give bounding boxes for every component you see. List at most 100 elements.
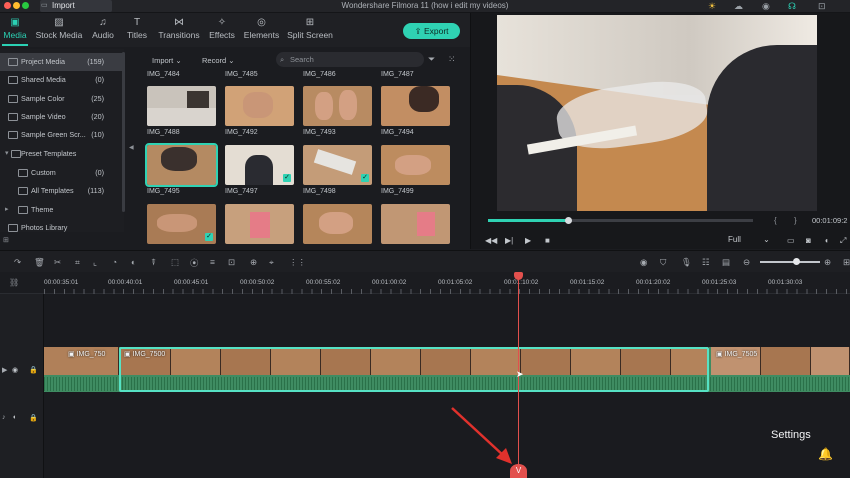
ruler-label: 00:00:45:01	[174, 279, 209, 286]
sidebar-item-theme[interactable]: ▸ Theme	[0, 201, 124, 219]
sidebar-item-sample-video[interactable]: Sample Video (20)	[0, 108, 124, 126]
layout-icon[interactable]: ⊞	[843, 257, 850, 268]
zoom-window-button[interactable]	[22, 2, 29, 9]
media-thumbnail[interactable]	[303, 86, 372, 126]
speaker-icon[interactable]: ◖	[12, 414, 16, 421]
video-track-icon: ▶	[2, 367, 8, 374]
tab-split-screen[interactable]: ⊞ Split Screen	[287, 17, 333, 41]
zoom-in-icon[interactable]: ⊕	[824, 257, 831, 268]
titles-icon: T	[133, 17, 141, 28]
snapshot-icon[interactable]: ▤	[722, 257, 730, 268]
media-thumbnail[interactable]	[225, 204, 294, 244]
ai-portrait-icon[interactable]: ⦿	[190, 257, 199, 269]
media-thumbnail[interactable]	[381, 145, 450, 185]
media-thumbnail[interactable]: ✓	[225, 145, 294, 185]
tab-stock-media[interactable]: ▨ Stock Media	[34, 17, 84, 41]
download-icon[interactable]: ⊡	[818, 1, 826, 12]
mark-in-icon[interactable]: {	[774, 216, 777, 225]
zoom-out-icon[interactable]: ⊖	[743, 257, 750, 268]
motion-tracking-icon[interactable]: ⊕	[250, 257, 257, 268]
link-icon[interactable]: ⛓	[9, 278, 19, 287]
record-dropdown[interactable]: Record ⌄	[193, 54, 235, 68]
support-icon[interactable]: ☊	[788, 1, 796, 12]
settings-bell-icon[interactable]: 🔔	[818, 447, 833, 461]
tab-elements[interactable]: ◎ Elements	[243, 17, 280, 41]
media-thumbnail[interactable]	[145, 143, 218, 187]
play-back-icon[interactable]: ▶|	[505, 236, 513, 245]
mask-icon[interactable]: ⍒	[151, 257, 156, 268]
tab-audio[interactable]: ♫ Audio	[90, 17, 116, 41]
cut-icon[interactable]: ✂	[54, 257, 61, 268]
audio-wave-icon[interactable]: ⋮⋮	[289, 257, 306, 268]
tab-effects[interactable]: ✧ Effects	[207, 17, 237, 41]
color-icon[interactable]: ◐	[131, 257, 136, 267]
adjust-icon[interactable]: ≡	[210, 257, 215, 267]
account-icon[interactable]: ◉	[762, 1, 770, 12]
minimize-window-button[interactable]	[13, 2, 20, 9]
sidebar-item-sample-green-screen[interactable]: Sample Green Scr... (10)	[0, 126, 124, 144]
marker-icon[interactable]: ⛉	[660, 257, 666, 268]
snapshot-icon[interactable]: ◙	[806, 236, 811, 245]
media-thumbnail[interactable]: ✓	[147, 204, 216, 244]
speed-icon[interactable]: ◔	[112, 257, 117, 267]
media-label: IMG_7487	[381, 71, 414, 78]
zoom-slider-handle[interactable]	[793, 258, 800, 265]
idea-icon[interactable]: ☀	[708, 1, 716, 12]
cloud-icon[interactable]: ☁	[734, 1, 743, 12]
eye-icon[interactable]: ◉	[12, 366, 18, 374]
render-icon[interactable]: ◉	[640, 257, 647, 268]
filter-icon[interactable]: ⏷	[428, 54, 435, 65]
crop-icon[interactable]: ⌗	[75, 257, 80, 268]
grid-view-icon[interactable]: ⁙	[448, 54, 456, 65]
scrubber-handle[interactable]	[565, 217, 572, 224]
tab-titles[interactable]: T Titles	[124, 17, 150, 41]
chevron-down-icon: ⌄	[175, 56, 182, 65]
lock-icon[interactable]: 🔒	[29, 414, 38, 422]
previous-frame-icon[interactable]: ◀◀	[485, 236, 497, 245]
delete-icon[interactable]: 🗑	[34, 257, 45, 268]
stop-icon[interactable]: ■	[545, 236, 550, 245]
export-button[interactable]: ⇪ Export	[403, 23, 460, 39]
sidebar-item-sample-color[interactable]: Sample Color (25)	[0, 90, 124, 108]
selected-video-clip[interactable]	[119, 347, 709, 392]
media-thumbnail[interactable]: ✓	[303, 145, 372, 185]
sidebar-scrollbar[interactable]	[122, 52, 125, 212]
stabilize-icon[interactable]: ⬚	[171, 257, 179, 268]
lock-icon[interactable]: 🔒	[29, 366, 38, 374]
close-window-button[interactable]	[4, 2, 11, 9]
sidebar-item-shared-media[interactable]: Shared Media (0)	[0, 71, 124, 89]
new-folder-icon[interactable]: ⊞	[3, 236, 9, 244]
sidebar-item-preset-templates[interactable]: ▾ Preset Templates	[0, 145, 124, 163]
media-thumbnail[interactable]	[381, 204, 450, 244]
crop-zoom-icon[interactable]: ⌞	[93, 257, 97, 268]
keyframe-icon[interactable]: ⌖	[269, 257, 274, 268]
monitor-icon[interactable]: ▭	[787, 236, 795, 245]
folder-icon	[18, 169, 28, 177]
collapse-sidebar-icon[interactable]: ◀	[129, 144, 134, 151]
import-dropdown[interactable]: Import ⌄	[143, 54, 182, 68]
sidebar-item-all-templates[interactable]: All Templates (113)	[0, 182, 124, 200]
voiceover-icon[interactable]: ☷	[702, 257, 710, 268]
sidebar-item-project-media[interactable]: Project Media (159)	[0, 53, 124, 71]
media-thumbnail[interactable]	[303, 204, 372, 244]
freeze-frame-icon[interactable]: ⊡	[228, 257, 235, 268]
sidebar-item-custom[interactable]: Custom (0)	[0, 164, 124, 182]
volume-icon[interactable]: ◖	[824, 236, 829, 245]
sidebar-item-photos-library[interactable]: Photos Library	[0, 219, 124, 232]
mark-out-icon[interactable]: }	[794, 216, 797, 225]
media-thumbnail[interactable]	[225, 86, 294, 126]
ruler-label: 00:01:20:02	[636, 279, 671, 286]
microphone-icon[interactable]: 🎙	[681, 257, 692, 268]
search-input[interactable]: ⌕ Search	[276, 52, 424, 67]
media-thumbnail[interactable]	[147, 86, 216, 126]
media-label: IMG_7495	[147, 188, 180, 195]
play-icon[interactable]: ▶	[525, 236, 531, 245]
tab-transitions[interactable]: ⋈ Transitions	[157, 17, 201, 41]
import-menu-tab[interactable]: ▭ Import	[40, 0, 112, 12]
preview-quality-select[interactable]: Full ⌄	[728, 235, 770, 244]
redo-icon[interactable]: ↷	[14, 257, 21, 268]
fullscreen-icon[interactable]: ⤢	[840, 236, 846, 246]
media-thumbnail[interactable]	[381, 86, 450, 126]
zoom-slider[interactable]	[760, 261, 820, 263]
tab-media[interactable]: ▣ Media	[2, 17, 28, 41]
